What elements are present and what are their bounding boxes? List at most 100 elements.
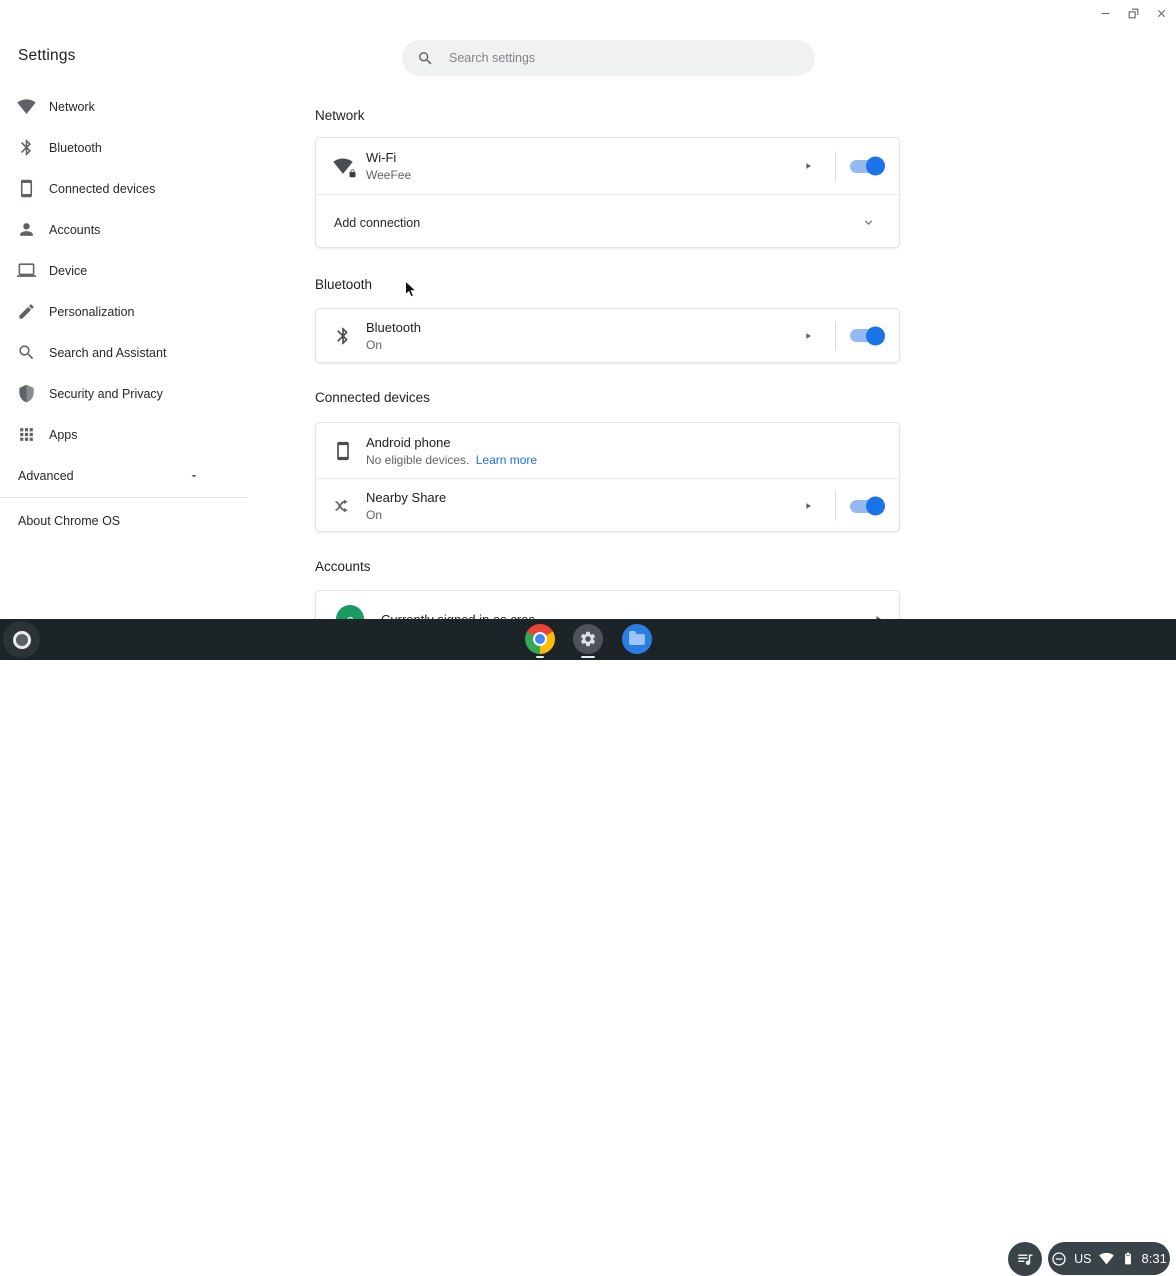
- media-controls-button[interactable]: [1008, 1242, 1042, 1276]
- settings-sidebar: Settings Network Bluetooth Connected dev…: [0, 0, 248, 619]
- mouse-cursor: [404, 280, 419, 299]
- settings-app-icon[interactable]: [573, 624, 603, 654]
- nearby-share-icon: [332, 496, 354, 516]
- android-phone-text: Android phone No eligible devices. Learn…: [366, 435, 537, 467]
- dropdown-arrow-icon: [188, 470, 200, 482]
- wifi-title: Wi-Fi: [366, 150, 411, 165]
- battery-icon: [1121, 1251, 1135, 1266]
- clock: 8:31: [1142, 1251, 1167, 1266]
- sidebar-item-label: Search and Assistant: [49, 346, 166, 360]
- wifi-toggle[interactable]: [850, 160, 883, 173]
- sidebar-item-apps[interactable]: Apps: [0, 414, 248, 455]
- sidebar-nav: Network Bluetooth Connected devices Acco…: [0, 86, 248, 455]
- launcher-button[interactable]: [3, 621, 40, 658]
- nearby-share-status: On: [366, 508, 446, 522]
- launcher-icon: [13, 631, 31, 649]
- close-button[interactable]: [1154, 6, 1168, 20]
- chrome-app-icon[interactable]: [525, 624, 555, 654]
- wifi-row-controls: [803, 151, 883, 181]
- subpage-arrow-icon[interactable]: [803, 501, 813, 511]
- bluetooth-status: On: [366, 338, 421, 352]
- search-icon: [417, 50, 434, 67]
- minimize-button[interactable]: [1098, 6, 1112, 20]
- paintbrush-icon: [17, 302, 36, 321]
- android-phone-title: Android phone: [366, 435, 537, 450]
- sidebar-item-bluetooth[interactable]: Bluetooth: [0, 127, 248, 168]
- smartphone-icon: [17, 179, 36, 198]
- wifi-row[interactable]: Wi-Fi WeeFee: [316, 138, 899, 194]
- search-input[interactable]: [447, 50, 801, 66]
- apps-grid-icon: [17, 425, 36, 444]
- connected-devices-card: Android phone No eligible devices. Learn…: [315, 422, 900, 532]
- sidebar-item-accounts[interactable]: Accounts: [0, 209, 248, 250]
- minimize-icon: [1099, 7, 1112, 20]
- nearby-share-title: Nearby Share: [366, 490, 446, 505]
- status-tray[interactable]: US 8:31: [1048, 1242, 1170, 1275]
- nearby-share-text: Nearby Share On: [366, 490, 446, 522]
- sidebar-item-device[interactable]: Device: [0, 250, 248, 291]
- add-connection-row[interactable]: Add connection: [316, 195, 899, 250]
- page-title: Settings: [18, 47, 76, 65]
- sidebar-item-personalization[interactable]: Personalization: [0, 291, 248, 332]
- section-heading-network: Network: [315, 108, 365, 123]
- playlist-music-icon: [1016, 1250, 1034, 1268]
- smartphone-icon: [332, 441, 354, 461]
- person-icon: [17, 220, 36, 239]
- bluetooth-row[interactable]: Bluetooth On: [316, 309, 899, 362]
- settings-search-bar[interactable]: [402, 40, 815, 76]
- section-heading-accounts: Accounts: [315, 559, 371, 574]
- bluetooth-card: Bluetooth On: [315, 308, 900, 363]
- advanced-label: Advanced: [18, 469, 74, 483]
- gear-icon: [579, 630, 597, 648]
- nearby-share-toggle[interactable]: [850, 500, 883, 513]
- subpage-arrow-icon[interactable]: [803, 331, 813, 341]
- sidebar-item-label: Network: [49, 100, 95, 114]
- chrome-logo-ring: [533, 632, 547, 646]
- sidebar-item-network[interactable]: Network: [0, 86, 248, 127]
- android-phone-row[interactable]: Android phone No eligible devices. Learn…: [316, 423, 899, 478]
- bluetooth-row-text: Bluetooth On: [366, 320, 421, 352]
- row-separator: [835, 151, 836, 181]
- wifi-lock-icon: [332, 156, 354, 176]
- folder-icon: [629, 634, 645, 645]
- sidebar-item-search-assistant[interactable]: Search and Assistant: [0, 332, 248, 373]
- window-controls: [1098, 6, 1168, 20]
- settings-active-indicator: [581, 656, 595, 658]
- nearby-share-row[interactable]: Nearby Share On: [316, 479, 899, 533]
- sidebar-advanced-expander[interactable]: Advanced: [0, 455, 248, 496]
- sidebar-item-label: Device: [49, 264, 87, 278]
- notification-cluster[interactable]: [946, 1244, 1002, 1272]
- sidebar-item-security-privacy[interactable]: Security and Privacy: [0, 373, 248, 414]
- laptop-icon: [17, 261, 36, 280]
- restore-button[interactable]: [1126, 6, 1140, 20]
- sidebar-item-about-chrome-os[interactable]: About Chrome OS: [18, 514, 120, 528]
- subpage-arrow-icon[interactable]: [803, 161, 813, 171]
- search-icon: [17, 343, 36, 362]
- learn-more-link[interactable]: Learn more: [476, 453, 537, 467]
- bluetooth-title: Bluetooth: [366, 320, 421, 335]
- no-eligible-devices-text: No eligible devices.: [366, 453, 469, 467]
- bluetooth-icon: [17, 138, 36, 157]
- bluetooth-icon: [332, 326, 354, 346]
- sidebar-item-label: Personalization: [49, 305, 134, 319]
- wifi-network-name: WeeFee: [366, 168, 411, 182]
- add-connection-label: Add connection: [334, 216, 420, 230]
- chevron-down-icon: [862, 216, 875, 229]
- files-app-icon[interactable]: [622, 624, 652, 654]
- row-separator: [835, 321, 836, 351]
- wifi-row-text: Wi-Fi WeeFee: [366, 150, 411, 182]
- chrome-running-indicator: [536, 656, 544, 658]
- do-not-disturb-icon: [1051, 1251, 1067, 1267]
- restore-icon: [1127, 7, 1140, 20]
- sidebar-item-label: Accounts: [49, 223, 100, 237]
- sidebar-item-connected-devices[interactable]: Connected devices: [0, 168, 248, 209]
- lock-icon: [348, 169, 357, 178]
- shield-icon: [17, 384, 36, 403]
- wifi-icon: [17, 97, 36, 116]
- sidebar-item-label: Security and Privacy: [49, 387, 163, 401]
- bluetooth-toggle[interactable]: [850, 329, 883, 342]
- row-separator: [835, 491, 836, 521]
- bluetooth-row-controls: [803, 321, 883, 351]
- shelf: US 8:31: [0, 619, 1176, 660]
- nearby-share-controls: [803, 491, 883, 521]
